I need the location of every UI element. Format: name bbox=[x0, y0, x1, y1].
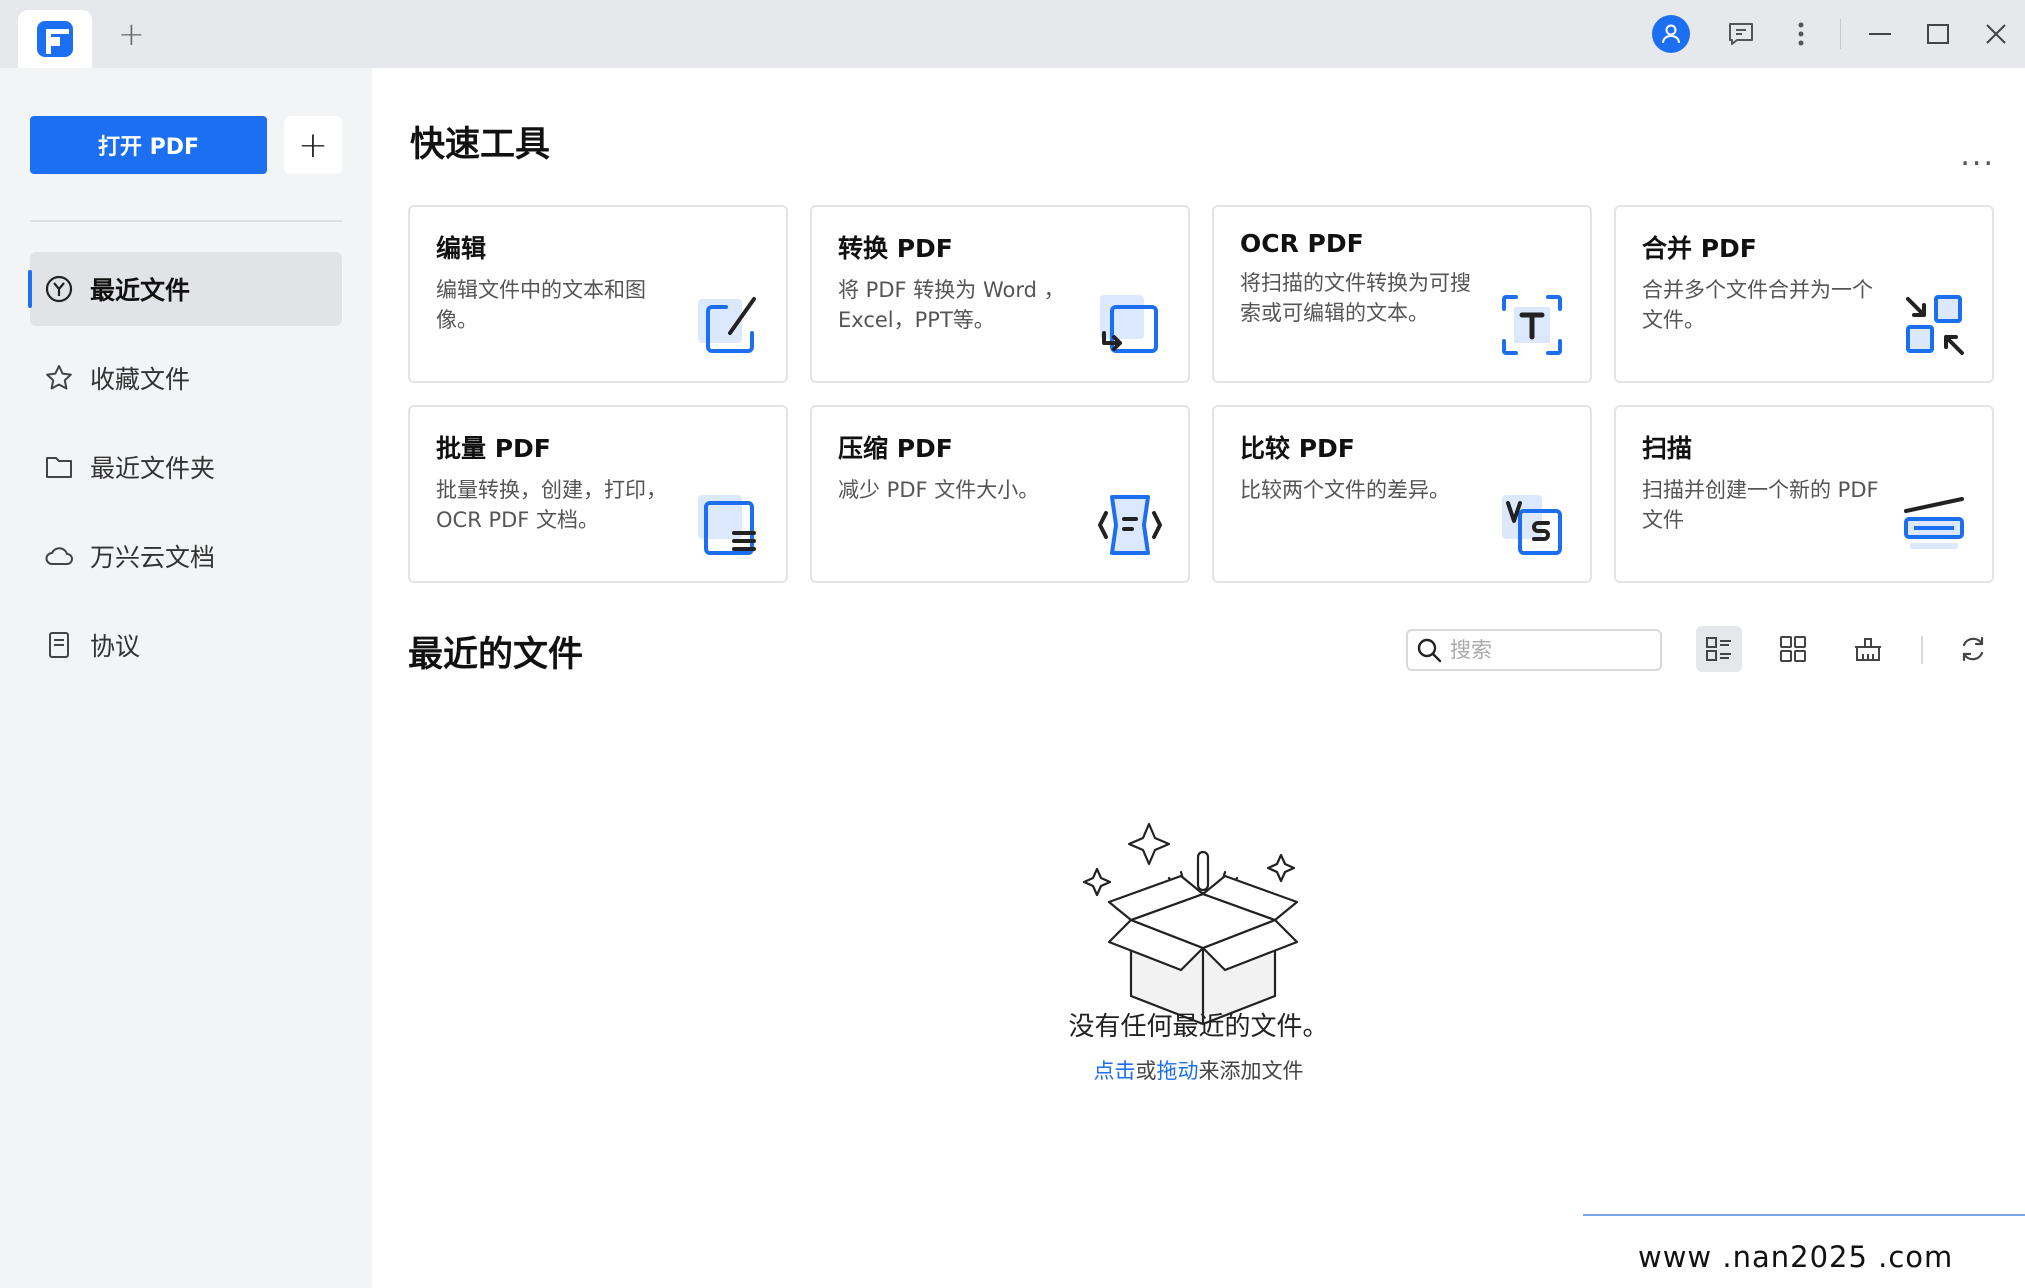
star-icon bbox=[44, 363, 74, 393]
tool-card-ocr[interactable]: OCR PDF 将扫描的文件转换为可搜索或可编辑的文本。 bbox=[1212, 205, 1592, 383]
tool-card-compress[interactable]: 压缩 PDF 减少 PDF 文件大小。 bbox=[810, 405, 1190, 583]
toolbar-separator bbox=[1921, 636, 1923, 664]
search-icon bbox=[1417, 638, 1442, 663]
click-link[interactable]: 点击 bbox=[1094, 1059, 1136, 1083]
sidebar-item-cloud[interactable]: 万兴云文档 bbox=[30, 519, 342, 593]
sidebar-item-recent-folders[interactable]: 最近文件夹 bbox=[30, 430, 342, 504]
title-separator bbox=[1840, 19, 1841, 49]
card-description: 减少 PDF 文件大小。 bbox=[838, 478, 1040, 502]
sidebar-divider bbox=[30, 220, 342, 222]
drag-link[interactable]: 拖动 bbox=[1157, 1059, 1199, 1083]
convert-icon bbox=[1100, 295, 1158, 353]
sidebar-item-recent[interactable]: 最近文件 bbox=[28, 252, 342, 326]
new-tab-button[interactable]: + bbox=[118, 18, 145, 50]
user-icon[interactable] bbox=[1652, 15, 1690, 53]
more-icon[interactable]: ... bbox=[1960, 138, 1995, 173]
quick-tools-grid: 编辑 编辑文件中的文本和图像。 转换 PDF 将 PDF 转换为 Word ， … bbox=[408, 205, 1994, 583]
tool-card-edit[interactable]: 编辑 编辑文件中的文本和图像。 bbox=[408, 205, 788, 383]
add-button[interactable]: + bbox=[284, 116, 342, 174]
tool-card-merge[interactable]: 合并 PDF 合并多个文件合并为一个文件。 bbox=[1614, 205, 1994, 383]
card-title: 压缩 PDF bbox=[838, 434, 953, 463]
empty-state-hint: 点击或拖动来添加文件 bbox=[372, 1055, 2025, 1085]
tool-card-compare[interactable]: 比较 PDF 比较两个文件的差异。 bbox=[1212, 405, 1592, 583]
app-logo-icon bbox=[37, 21, 73, 57]
feedback-icon[interactable] bbox=[1712, 5, 1770, 63]
more-vertical-icon[interactable] bbox=[1772, 5, 1830, 63]
main-content: 快速工具 ... 编辑 编辑文件中的文本和图像。 转换 PDF 将 PDF 转换… bbox=[372, 68, 2025, 1288]
card-title: 比较 PDF bbox=[1240, 434, 1355, 463]
document-icon bbox=[44, 630, 74, 660]
maximize-icon[interactable] bbox=[1909, 5, 1967, 63]
card-description: 将 PDF 转换为 Word ， Excel，PPT等。 bbox=[838, 278, 1065, 332]
card-title: 批量 PDF bbox=[436, 434, 551, 463]
tool-card-convert[interactable]: 转换 PDF 将 PDF 转换为 Word ， Excel，PPT等。 bbox=[810, 205, 1190, 383]
card-title: 编辑 bbox=[436, 234, 487, 263]
hint-or: 或 bbox=[1135, 1059, 1157, 1083]
card-description: 将扫描的文件转换为可搜索或可编辑的文本。 bbox=[1240, 271, 1471, 325]
card-description: 比较两个文件的差异。 bbox=[1240, 478, 1450, 502]
card-description: 批量转换，创建，打印，OCR PDF 文档。 bbox=[436, 478, 667, 532]
title-bar: + bbox=[0, 0, 2025, 68]
app-tab[interactable] bbox=[18, 10, 92, 68]
watermark-text: www .nan2025 .com bbox=[1638, 1240, 1954, 1274]
card-title: OCR PDF bbox=[1240, 229, 1364, 258]
card-description: 编辑文件中的文本和图像。 bbox=[436, 278, 646, 332]
sidebar-item-label: 收藏文件 bbox=[90, 365, 191, 394]
card-description: 扫描并创建一个新的 PDF 文件 bbox=[1642, 478, 1879, 532]
minimize-icon[interactable] bbox=[1851, 5, 1909, 63]
clear-icon[interactable] bbox=[1845, 626, 1891, 672]
recent-files-title: 最近的文件 bbox=[408, 635, 584, 675]
search-input[interactable] bbox=[1450, 638, 1650, 662]
ocr-icon bbox=[1502, 295, 1562, 355]
tool-card-scan[interactable]: 扫描 扫描并创建一个新的 PDF 文件 bbox=[1614, 405, 1994, 583]
edit-icon bbox=[698, 297, 756, 353]
quick-tools-title: 快速工具 bbox=[410, 125, 551, 165]
sidebar-item-label: 最近文件 bbox=[90, 276, 191, 305]
sidebar: 打开 PDF + 最近文件 收藏文件 最近文件夹 万兴云文档 协议 bbox=[0, 68, 372, 1288]
batch-icon bbox=[698, 495, 756, 555]
scan-icon bbox=[1904, 497, 1964, 549]
sidebar-nav: 最近文件 收藏文件 最近文件夹 万兴云文档 协议 bbox=[28, 252, 342, 697]
sidebar-item-label: 协议 bbox=[90, 632, 141, 661]
folder-icon bbox=[44, 452, 74, 482]
cloud-icon bbox=[44, 541, 74, 571]
list-view-icon[interactable] bbox=[1696, 626, 1742, 672]
sidebar-item-favorites[interactable]: 收藏文件 bbox=[30, 341, 342, 415]
empty-state-text: 没有任何最近的文件。 bbox=[1068, 1012, 1329, 1042]
watermark-line bbox=[1583, 1214, 2025, 1216]
search-box[interactable] bbox=[1406, 629, 1662, 671]
card-title: 转换 PDF bbox=[838, 234, 953, 263]
sidebar-item-label: 最近文件夹 bbox=[90, 454, 216, 483]
card-description: 合并多个文件合并为一个文件。 bbox=[1642, 278, 1873, 332]
open-pdf-button[interactable]: 打开 PDF bbox=[30, 116, 267, 174]
sidebar-item-label: 万兴云文档 bbox=[90, 543, 216, 572]
close-icon[interactable] bbox=[1967, 5, 2025, 63]
grid-view-icon[interactable] bbox=[1770, 626, 1816, 672]
card-title: 合并 PDF bbox=[1642, 234, 1757, 263]
empty-box-illustration bbox=[1082, 822, 1299, 1026]
compress-icon bbox=[1098, 495, 1162, 555]
recent-icon bbox=[44, 274, 74, 304]
merge-icon bbox=[1906, 295, 1964, 355]
hint-rest: 来添加文件 bbox=[1198, 1059, 1304, 1083]
card-title: 扫描 bbox=[1642, 434, 1693, 463]
tool-card-batch[interactable]: 批量 PDF 批量转换，创建，打印，OCR PDF 文档。 bbox=[408, 405, 788, 583]
compare-icon bbox=[1502, 495, 1562, 555]
refresh-icon[interactable] bbox=[1950, 626, 1996, 672]
sidebar-item-agreement[interactable]: 协议 bbox=[30, 608, 342, 682]
